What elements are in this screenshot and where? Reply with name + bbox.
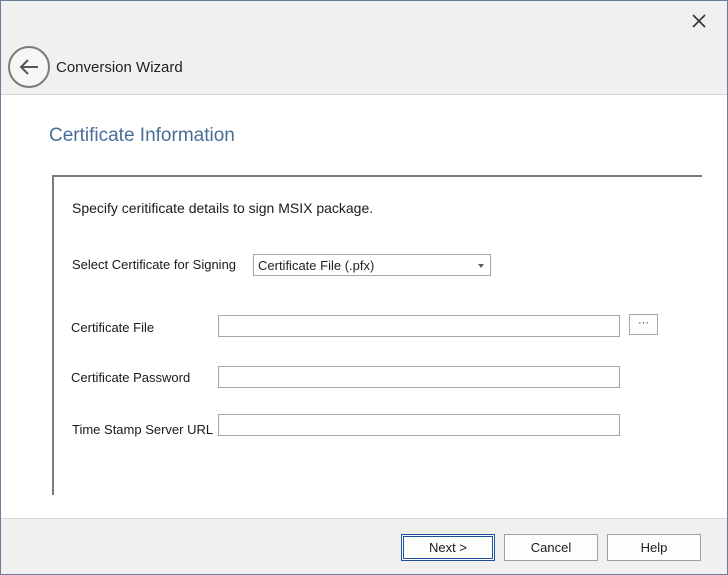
timestamp-url-input[interactable]	[218, 414, 620, 436]
browse-button[interactable]: ···	[629, 314, 658, 335]
help-button[interactable]: Help	[607, 534, 701, 561]
certificate-type-value: Certificate File (.pfx)	[258, 258, 375, 273]
wizard-title: Conversion Wizard	[56, 59, 183, 76]
timestamp-url-label: Time Stamp Server URL	[72, 422, 214, 437]
certificate-password-label: Certificate Password	[71, 370, 191, 385]
close-icon	[692, 14, 706, 28]
cancel-button[interactable]: Cancel	[504, 534, 598, 561]
certificate-type-dropdown[interactable]: Certificate File (.pfx)	[253, 254, 491, 276]
certificate-password-input[interactable]	[218, 366, 620, 388]
close-button[interactable]	[685, 7, 713, 35]
instruction-text: Specify ceritificate details to sign MSI…	[72, 200, 374, 216]
header-bar: Conversion Wizard	[1, 1, 727, 95]
back-button[interactable]	[8, 46, 50, 88]
chevron-down-icon	[478, 264, 484, 268]
wizard-window: Conversion Wizard Certificate Informatio…	[0, 0, 728, 575]
next-button[interactable]: Next >	[401, 534, 495, 561]
back-arrow-icon	[19, 59, 38, 75]
select-certificate-label: Select Certificate for Signing	[72, 257, 237, 272]
page-title: Certificate Information	[49, 125, 235, 146]
certificate-file-input[interactable]	[218, 315, 620, 337]
certificate-file-label: Certificate File	[71, 320, 155, 335]
